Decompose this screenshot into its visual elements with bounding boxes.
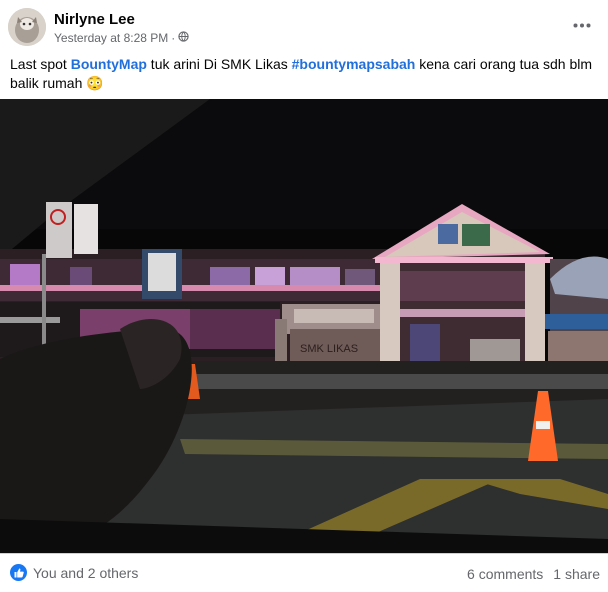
flushed-emoji-icon: 😳 [86,75,104,91]
hashtag-link[interactable]: #bountymapsabah [292,56,416,72]
shares-count[interactable]: 1 share [553,566,600,582]
school-sign-text: SMK LIKAS [300,343,358,355]
post-text: Last spot BountyMap tuk arini Di SMK Lik… [10,55,600,93]
like-icon [10,564,27,581]
post-meta: Yesterday at 8:28 PM · [54,31,189,45]
globe-icon[interactable] [178,31,189,45]
bountymap-link[interactable]: BountyMap [71,56,147,72]
post-timestamp[interactable]: Yesterday at 8:28 PM [54,31,168,45]
meta-separator: · [171,31,176,45]
post-footer: You and 2 others 6 comments 1 share [0,553,608,592]
reactions-summary[interactable]: You and 2 others [10,564,138,581]
comments-count[interactable]: 6 comments [467,566,543,582]
more-horizontal-icon[interactable] [570,16,594,34]
reactions-text: You and 2 others [33,564,139,581]
post-text-part-1: Last spot [10,56,71,72]
post-text-part-2: tuk arini Di SMK Likas [146,56,292,72]
post-card: Nirlyne Lee Yesterday at 8:28 PM · Last … [0,0,608,591]
post-header: Nirlyne Lee Yesterday at 8:28 PM · [8,8,600,48]
avatar[interactable] [8,8,46,46]
school-entrance-photo[interactable]: SMK LIKAS [0,99,608,553]
engagement-counts: 6 comments 1 share [467,566,600,582]
author-name[interactable]: Nirlyne Lee [54,11,135,28]
